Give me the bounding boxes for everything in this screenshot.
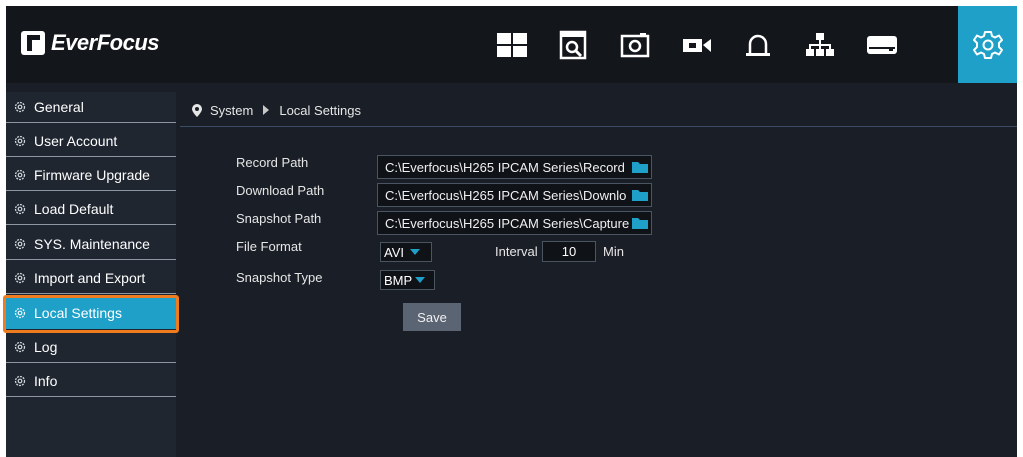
sidebar-item-label: Import and Export <box>34 270 146 286</box>
alarm-bell-icon[interactable] <box>736 23 780 67</box>
logo-text: EverFocus <box>51 30 160 55</box>
sidebar: General User Account Firmware Upgrade Lo… <box>3 92 179 457</box>
sidebar-item-general[interactable]: General <box>6 92 176 123</box>
file-format-value: AVI <box>384 244 404 260</box>
gear-icon <box>14 101 26 113</box>
sidebar-item-label: Local Settings <box>34 305 122 321</box>
sidebar-item-label: User Account <box>34 133 118 149</box>
file-format-label: File Format <box>236 239 302 254</box>
file-format-select[interactable]: AVI <box>380 242 432 262</box>
sidebar-item-firmware-upgrade[interactable]: Firmware Upgrade <box>6 160 176 191</box>
save-button[interactable]: Save <box>403 303 461 331</box>
sidebar-item-sys-maintenance[interactable]: SYS. Maintenance <box>6 229 176 260</box>
breadcrumb-current: Local Settings <box>279 102 362 118</box>
sidebar-item-import-export[interactable]: Import and Export <box>6 263 176 294</box>
playback-search-icon[interactable] <box>551 23 595 67</box>
camera-icon[interactable] <box>613 23 657 67</box>
sidebar-item-user-account[interactable]: User Account <box>6 126 176 157</box>
download-path-label: Download Path <box>236 183 325 198</box>
download-path-value: C:\Everfocus\H265 IPCAM Series\Downlo <box>385 187 627 203</box>
snapshot-path-value: C:\Everfocus\H265 IPCAM Series\Capture <box>385 215 630 231</box>
gear-icon <box>14 272 26 284</box>
location-pin-icon <box>192 103 202 117</box>
gear-icon <box>14 238 26 250</box>
hard-disk-icon[interactable] <box>860 23 904 67</box>
main-panel: System Local Settings Record Path C:\Eve… <box>180 92 1017 457</box>
snapshot-type-select[interactable]: BMP <box>380 270 435 290</box>
chevron-down-icon <box>410 249 420 255</box>
interval-label: Interval <box>495 244 538 259</box>
record-path-label: Record Path <box>236 155 309 170</box>
video-camera-icon[interactable] <box>675 23 719 67</box>
sidebar-item-label: Firmware Upgrade <box>34 167 150 183</box>
gear-icon <box>14 375 26 387</box>
logo: EverFocus <box>21 28 160 58</box>
sidebar-item-log[interactable]: Log <box>6 332 176 363</box>
sidebar-item-label: Info <box>34 373 58 389</box>
gear-icon <box>14 169 26 181</box>
download-path-field[interactable]: C:\Everfocus\H265 IPCAM Series\Downlo <box>377 183 652 207</box>
snapshot-type-value: BMP <box>384 272 413 288</box>
folder-icon[interactable] <box>631 216 649 230</box>
sidebar-item-info[interactable]: Info <box>6 366 176 397</box>
snapshot-path-field[interactable]: C:\Everfocus\H265 IPCAM Series\Capture <box>377 211 652 235</box>
snapshot-path-label: Snapshot Path <box>236 211 322 226</box>
folder-icon[interactable] <box>631 160 649 174</box>
folder-icon[interactable] <box>631 188 649 202</box>
breadcrumb: System Local Settings <box>192 100 361 120</box>
sidebar-item-local-settings[interactable]: Local Settings <box>3 295 179 333</box>
gear-icon <box>14 203 26 215</box>
chevron-down-icon <box>415 277 426 283</box>
interval-input[interactable]: 10 <box>542 241 596 262</box>
app-frame: EverFocus General User Account Firmware … <box>3 6 1017 457</box>
record-path-field[interactable]: C:\Everfocus\H265 IPCAM Series\Record <box>377 155 652 179</box>
sidebar-item-label: Log <box>34 339 58 355</box>
record-path-value: C:\Everfocus\H265 IPCAM Series\Record <box>385 159 625 175</box>
breadcrumb-root[interactable]: System <box>210 103 253 118</box>
logo-mark-icon <box>21 31 45 55</box>
sidebar-item-label: General <box>34 99 84 115</box>
chevron-right-icon <box>263 105 270 115</box>
grid-icon[interactable] <box>490 23 534 67</box>
top-bar: EverFocus <box>6 6 1017 83</box>
interval-unit: Min <box>603 244 624 259</box>
gear-icon <box>14 135 26 147</box>
network-icon[interactable] <box>798 23 842 67</box>
sidebar-item-label: SYS. Maintenance <box>34 236 150 252</box>
gear-icon[interactable] <box>958 6 1017 83</box>
sidebar-item-load-default[interactable]: Load Default <box>6 194 176 225</box>
gear-icon <box>14 341 26 353</box>
sidebar-item-label: Load Default <box>34 201 114 217</box>
gear-icon <box>14 307 26 319</box>
divider <box>180 126 1017 127</box>
snapshot-type-label: Snapshot Type <box>236 270 323 285</box>
